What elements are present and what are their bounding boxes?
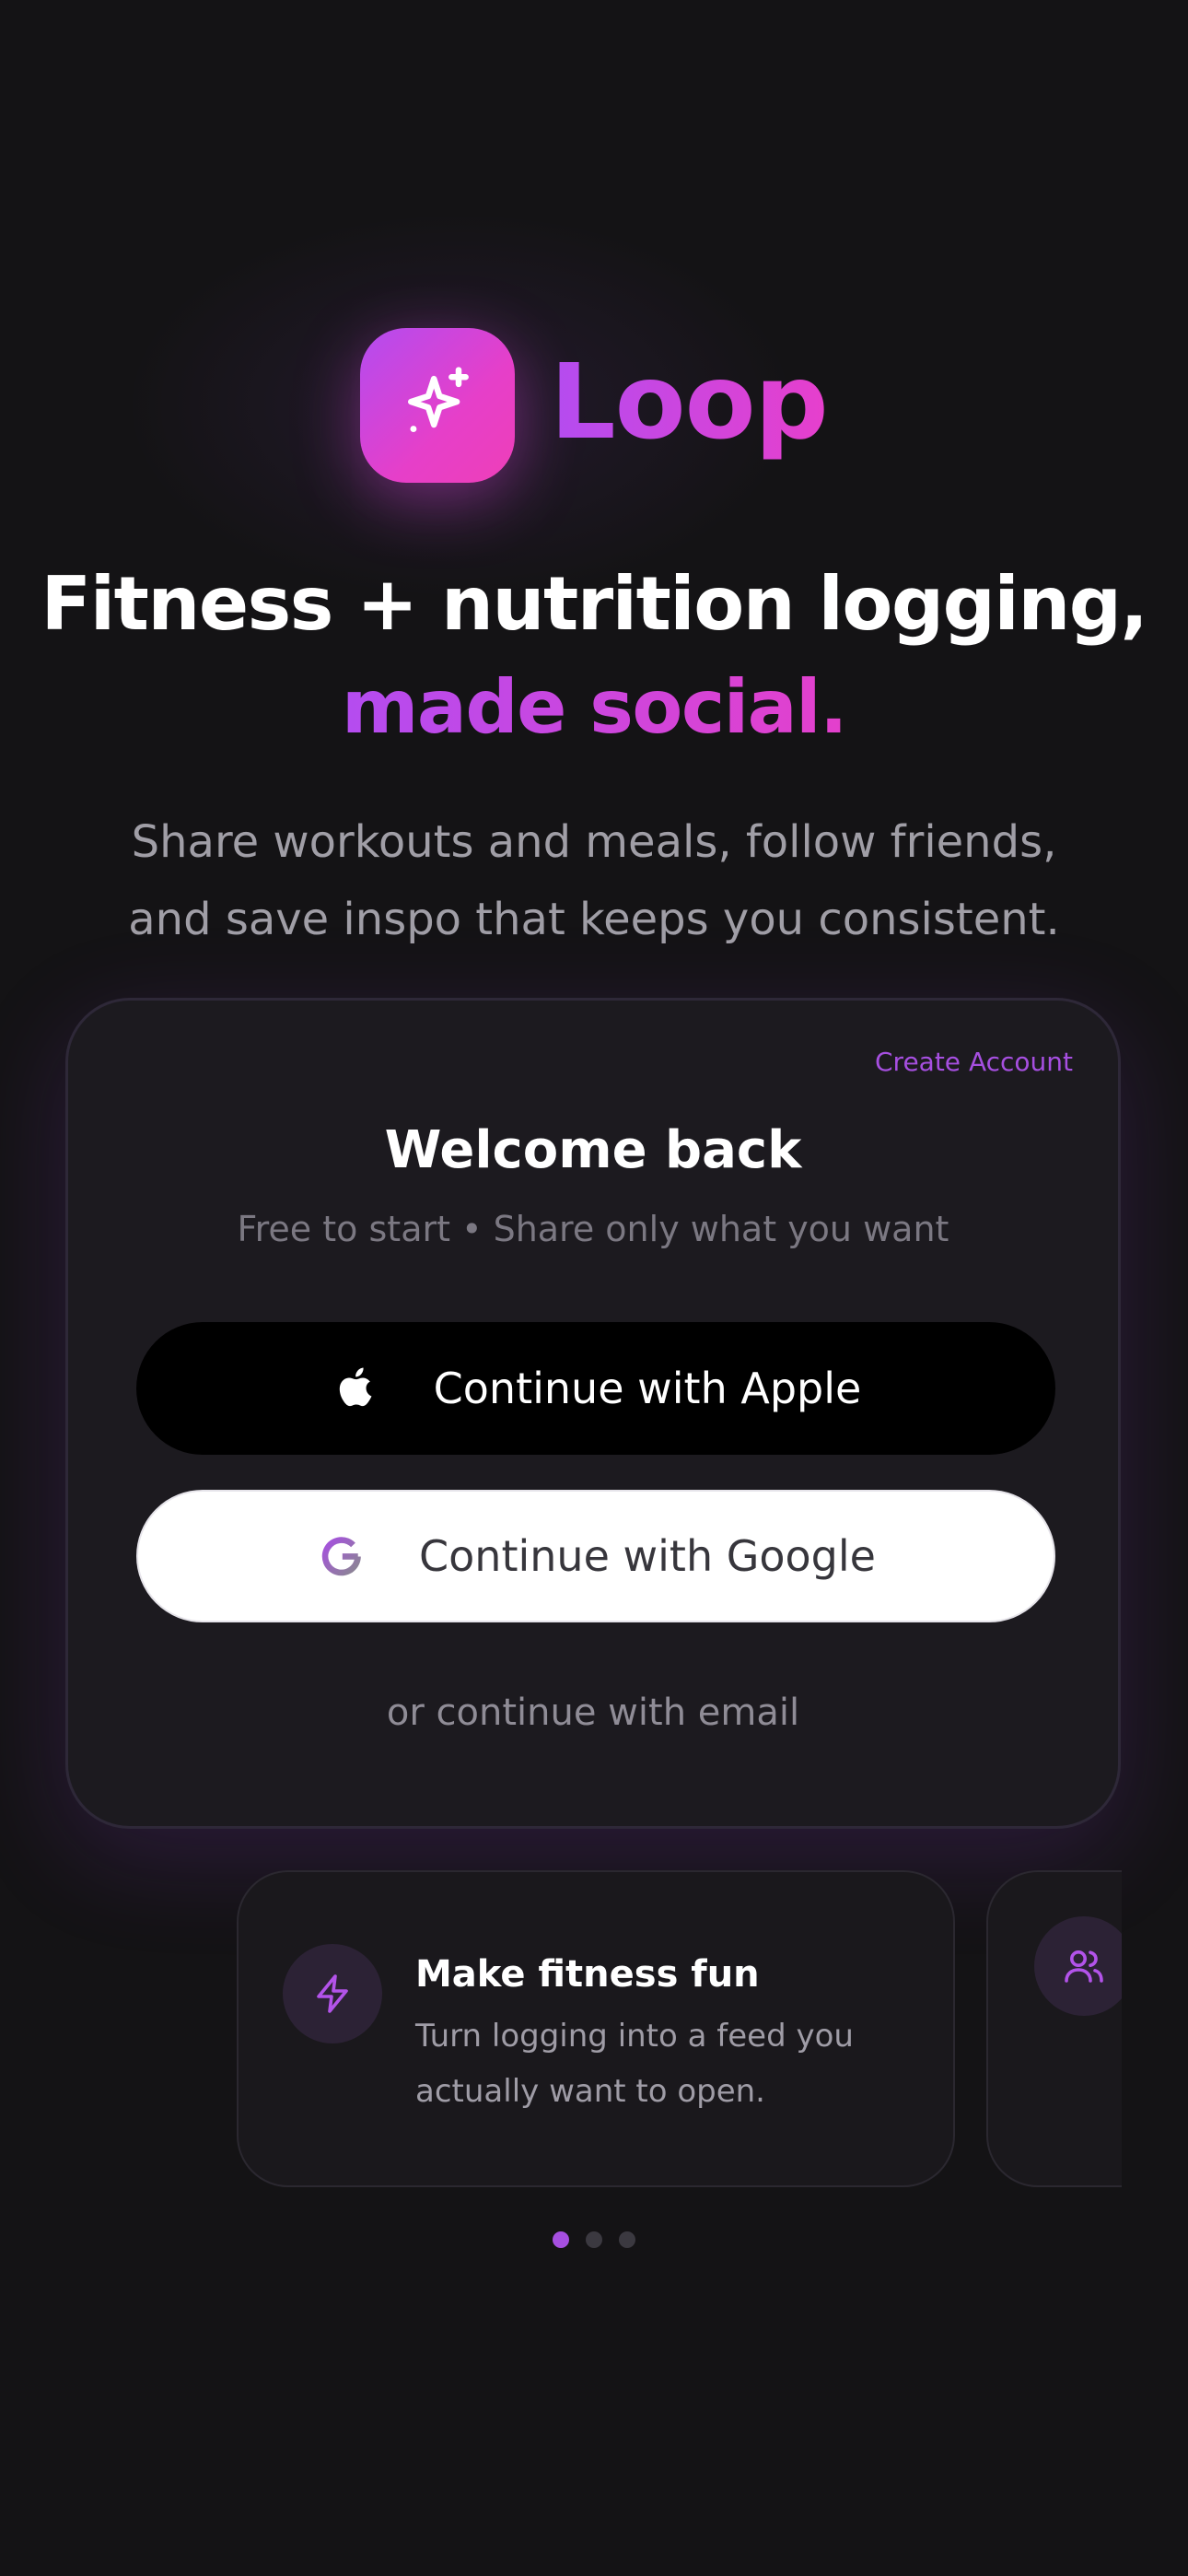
feature-card[interactable]: Make fitness fun Turn logging into a fee… — [237, 1870, 955, 2187]
card-subtitle: Free to start • Share only what you want — [237, 1209, 949, 1249]
create-account-link[interactable]: Create Account — [875, 1047, 1073, 1077]
card-title: Welcome back — [384, 1120, 802, 1180]
brand-header: Loop — [0, 327, 1188, 484]
continue-with-email-link[interactable]: or continue with email — [68, 1692, 1118, 1734]
app-name: Loop — [550, 343, 828, 463]
continue-with-google-button[interactable]: Continue with Google — [136, 1490, 1055, 1622]
feature-card[interactable] — [986, 1870, 1122, 2187]
pagination-dot[interactable] — [586, 2231, 602, 2248]
hero-headline: Fitness + nutrition logging, made social… — [0, 553, 1188, 759]
headline-line-1: Fitness + nutrition logging, — [41, 561, 1148, 647]
continue-with-apple-button[interactable]: Continue with Apple — [136, 1322, 1055, 1455]
users-icon — [1034, 1916, 1122, 2016]
carousel-pagination — [0, 2231, 1188, 2248]
feature-title: Make fitness fun — [415, 1953, 760, 1996]
pagination-dot[interactable] — [553, 2231, 569, 2248]
google-icon — [316, 1530, 367, 1582]
lightning-icon — [283, 1944, 382, 2043]
hero-subtitle: Share workouts and meals, follow friends… — [128, 816, 1060, 945]
feature-carousel[interactable]: Make fitness fun Turn logging into a fee… — [0, 1870, 1122, 2193]
sparkles-icon — [395, 361, 480, 450]
apple-button-label: Continue with Apple — [433, 1364, 862, 1413]
apple-icon — [331, 1363, 382, 1414]
pagination-dot[interactable] — [619, 2231, 635, 2248]
feature-description: Turn logging into a feed you actually wa… — [415, 2018, 854, 2110]
headline-line-2: made social. — [342, 656, 847, 759]
app-logo — [360, 328, 516, 483]
sign-in-card: Create Account Welcome back Free to star… — [65, 998, 1121, 1829]
google-button-label: Continue with Google — [419, 1531, 876, 1581]
